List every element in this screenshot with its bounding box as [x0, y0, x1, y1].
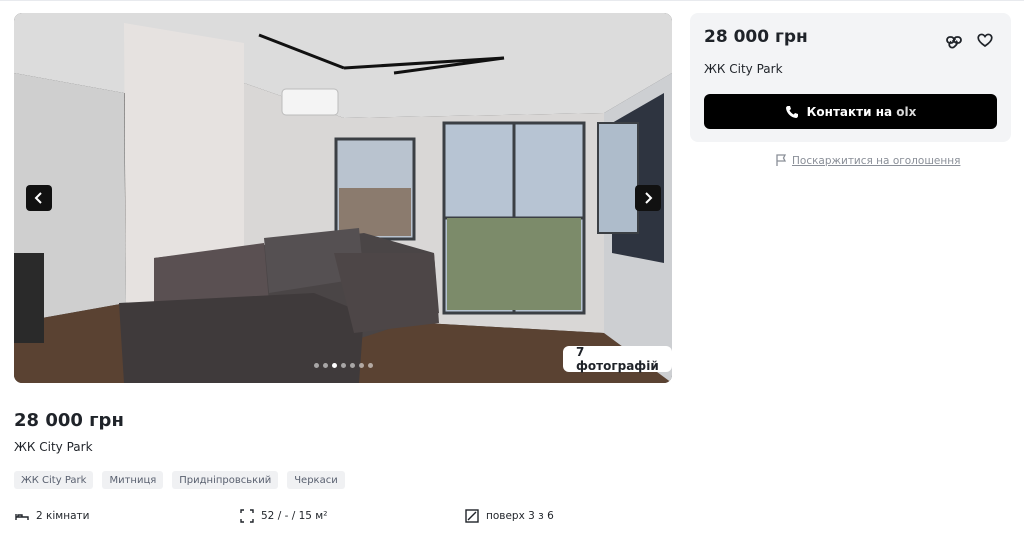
- pagination-dot[interactable]: [323, 363, 328, 368]
- tag-area[interactable]: Придніпровський: [172, 471, 279, 489]
- price-card: 28 000 грн ЖК City Park Контакти на olx: [690, 13, 1011, 142]
- floor-value: поверх 3 з 6: [486, 510, 554, 522]
- flag-icon: [776, 154, 787, 166]
- next-photo-button[interactable]: [635, 185, 661, 211]
- feature-rooms: 2 кімнати: [15, 509, 89, 523]
- top-divider: [0, 0, 1024, 1]
- phone-icon: [785, 105, 798, 118]
- bed-icon: [15, 514, 29, 520]
- feature-floor: поверх 3 з 6: [465, 509, 554, 523]
- listing-subtitle: ЖК City Park: [14, 440, 93, 454]
- pagination-dot[interactable]: [341, 363, 346, 368]
- contacts-label: Контакти на: [806, 104, 897, 119]
- gallery-pagination-dots: [314, 363, 373, 368]
- chevron-right-icon: [645, 192, 653, 204]
- report-link[interactable]: Поскаржитися на оголошення: [775, 154, 960, 167]
- feature-area: 52 / - / 15 м²: [240, 509, 327, 523]
- rooms-value: 2 кімнати: [36, 510, 90, 522]
- pagination-dot[interactable]: [359, 363, 364, 368]
- tag-complex[interactable]: ЖК City Park: [14, 471, 94, 489]
- link-icon[interactable]: [945, 31, 963, 49]
- pagination-dot[interactable]: [368, 363, 373, 368]
- listing-photo: [14, 13, 672, 383]
- report-label: Поскаржитися на оголошення: [792, 154, 961, 167]
- tag-city[interactable]: Черкаси: [287, 471, 345, 489]
- pagination-dot[interactable]: [314, 363, 319, 368]
- card-subtitle: ЖК City Park: [704, 62, 783, 76]
- pagination-dot[interactable]: [332, 363, 337, 368]
- prev-photo-button[interactable]: [26, 185, 52, 211]
- floor-icon: [465, 509, 479, 523]
- area-icon: [240, 509, 254, 523]
- contacts-brand: olx: [896, 104, 917, 119]
- tag-district[interactable]: Митниця: [102, 471, 164, 489]
- contacts-button[interactable]: Контакти на olx: [704, 94, 997, 129]
- chevron-left-icon: [34, 192, 42, 204]
- listing-price: 28 000 грн: [14, 410, 124, 431]
- pagination-dot[interactable]: [350, 363, 355, 368]
- location-tags: ЖК City Park Митниця Придніпровський Чер…: [14, 471, 345, 489]
- card-price: 28 000 грн: [704, 27, 808, 47]
- heart-icon[interactable]: [976, 31, 994, 49]
- photo-count-button[interactable]: 7 фотографій: [563, 345, 672, 373]
- photo-gallery[interactable]: 7 фотографій: [14, 13, 672, 383]
- area-value: 52 / - / 15 м²: [261, 510, 328, 522]
